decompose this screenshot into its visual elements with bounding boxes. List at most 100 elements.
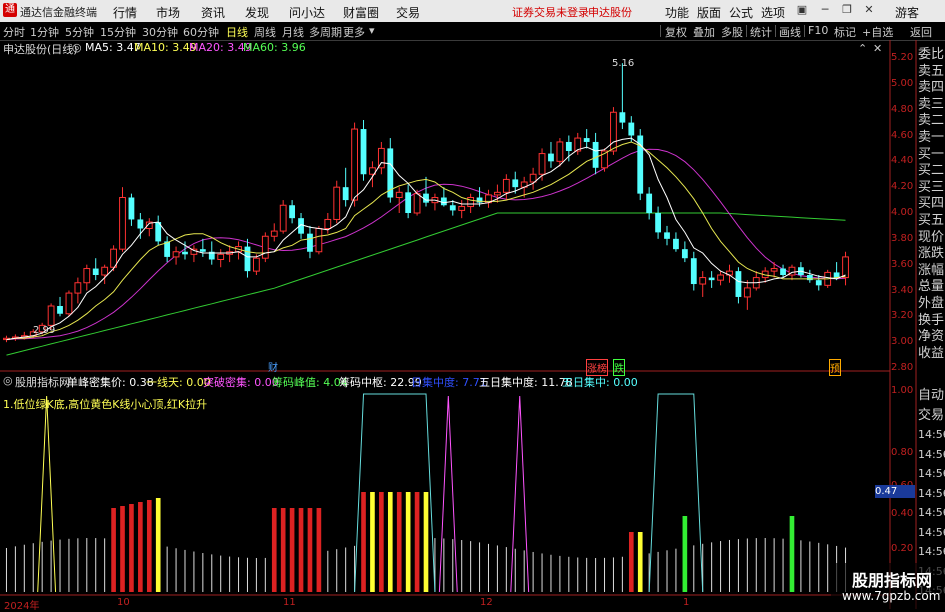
marker-forecast[interactable]: 预 xyxy=(829,359,841,376)
candle-body xyxy=(101,266,109,276)
indicator-bar xyxy=(728,539,730,592)
candle-body xyxy=(351,128,358,201)
quote-side-label[interactable]: 卖二 xyxy=(918,113,945,129)
indicator-bar xyxy=(577,557,579,592)
price-axis-tick: 3.20 xyxy=(891,310,914,322)
quote-side-label[interactable]: 卖三 xyxy=(918,97,945,113)
price-axis-tick: 5.00 xyxy=(891,77,914,89)
indicator-bar xyxy=(23,544,25,592)
candle-body xyxy=(315,228,323,253)
indicator-bar xyxy=(379,492,384,592)
indicator-bar xyxy=(559,555,561,592)
indicator-bar xyxy=(782,538,784,592)
indicator-settings-icon[interactable]: ◎ xyxy=(3,374,13,387)
quote-side-label[interactable]: 净资 xyxy=(918,329,945,345)
quote-side-label[interactable]: 买四 xyxy=(918,196,945,212)
candle-body xyxy=(735,271,742,297)
candle-body xyxy=(244,246,251,272)
kline-chart[interactable] xyxy=(0,0,945,609)
candle-body xyxy=(128,197,135,220)
indicator-bar xyxy=(604,557,606,592)
indicator-bar xyxy=(264,557,266,592)
indicator-bar xyxy=(184,549,186,592)
quote-side-label[interactable]: 买五 xyxy=(918,213,945,229)
candle-body xyxy=(270,230,278,237)
candle-body xyxy=(458,206,466,211)
magenta-spike xyxy=(438,395,458,593)
indicator-bar xyxy=(737,539,739,592)
candle-body xyxy=(717,274,724,281)
price-axis-tick: 3.80 xyxy=(891,232,914,244)
indicator-value-6: 日集中度: 7.71 xyxy=(411,376,487,389)
indicator-bar xyxy=(316,508,322,592)
candle-body xyxy=(548,153,554,162)
indicator-bar xyxy=(32,543,34,592)
trade-side-label[interactable]: 自动 xyxy=(918,388,945,404)
candle-body xyxy=(780,268,786,275)
indicator-bar xyxy=(487,543,489,592)
price-axis-tick: 4.00 xyxy=(891,207,914,218)
trade-side-label[interactable]: 14:56 xyxy=(918,505,945,521)
x-date-label: 2024年 xyxy=(4,601,40,612)
candle-body xyxy=(252,257,260,272)
trade-side-label[interactable]: 14:56 xyxy=(918,525,945,541)
candle-body xyxy=(494,191,501,196)
indicator-bar xyxy=(361,492,366,592)
quote-side-label[interactable]: 买三 xyxy=(918,180,945,196)
trade-side-label[interactable]: 14:56 xyxy=(918,427,945,443)
quote-side-label[interactable]: 总量 xyxy=(918,279,945,295)
quote-side-label[interactable]: 卖四 xyxy=(918,80,945,96)
indicator-bar xyxy=(514,548,516,592)
candle-body xyxy=(137,219,144,229)
quote-side-label[interactable]: 涨跌 xyxy=(918,246,945,262)
ma5-line xyxy=(6,137,846,341)
price-axis-tick: 4.80 xyxy=(891,103,914,115)
indicator-bar xyxy=(50,540,52,592)
quote-side-label[interactable]: 委比 xyxy=(918,47,945,63)
trade-side-label[interactable]: 14:56 xyxy=(918,544,945,560)
candle-body xyxy=(770,268,778,272)
quote-side-label[interactable]: 卖五 xyxy=(918,64,945,80)
quote-side-label[interactable]: 卖一 xyxy=(918,130,945,146)
candle-body xyxy=(395,191,403,198)
candle-body xyxy=(360,129,367,175)
candle-body xyxy=(172,251,180,258)
quote-side-label[interactable]: 现价 xyxy=(918,230,945,246)
quote-side-label[interactable]: 买二 xyxy=(918,163,945,179)
quote-side-label[interactable]: 换手 xyxy=(918,313,945,329)
trade-side-label[interactable]: 14:56 xyxy=(918,486,945,502)
indicator-bar xyxy=(818,542,820,592)
trade-side-label[interactable]: 交易 xyxy=(918,408,945,424)
magenta-spike xyxy=(510,395,530,593)
indicator-bar xyxy=(120,506,125,592)
quote-side-label[interactable]: 涨幅 xyxy=(918,263,945,279)
candle-body xyxy=(583,138,590,142)
trade-side-label[interactable]: 14:56 xyxy=(918,466,945,482)
quote-side-label[interactable]: 收益 xyxy=(918,346,945,362)
candle-body xyxy=(47,305,55,326)
indicator-bar xyxy=(280,508,286,592)
indicator-bar xyxy=(595,557,597,592)
indicator-bar xyxy=(104,538,106,592)
indicator-bar xyxy=(370,492,375,592)
high-price-label: 5.16 xyxy=(612,58,635,69)
quote-side-label[interactable]: 外盘 xyxy=(918,296,945,312)
indicator-bar xyxy=(612,557,614,592)
indicator-bar xyxy=(155,498,161,592)
indicator-bar xyxy=(550,554,552,592)
candle-body xyxy=(664,232,670,239)
trade-side-label[interactable]: 14:56 xyxy=(918,447,945,463)
indicator-bar xyxy=(405,492,411,592)
candle-body xyxy=(83,268,91,284)
indicator-bar xyxy=(246,557,248,592)
indicator-bar xyxy=(470,541,472,592)
candle-body xyxy=(449,205,456,211)
indicator-bar xyxy=(809,541,811,592)
indicator-bar xyxy=(657,551,659,592)
marker-finance[interactable]: 财 xyxy=(268,359,278,374)
candle-body xyxy=(842,256,849,279)
indicator-bar xyxy=(496,545,498,592)
lower-axis-tick: 0.80 xyxy=(891,447,914,458)
quote-side-label[interactable]: 买一 xyxy=(918,147,945,163)
watermark-url: www.7gpzb.com xyxy=(842,589,941,603)
